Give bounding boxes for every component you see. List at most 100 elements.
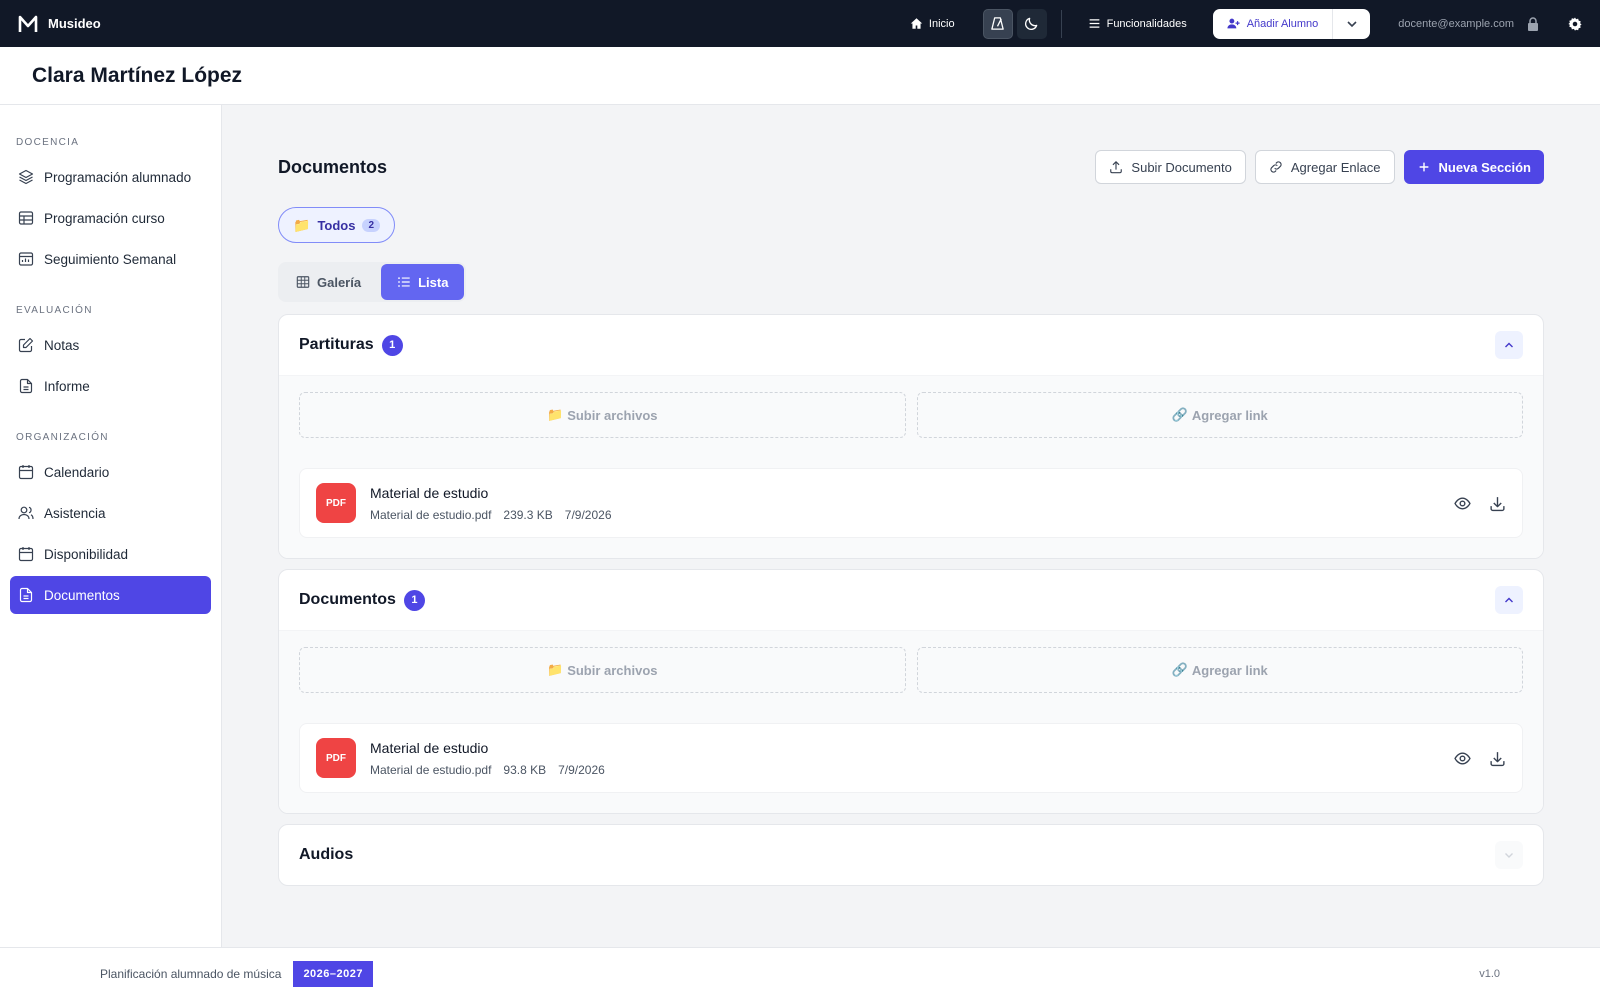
sidebar-item-label: Disponibilidad — [44, 546, 129, 562]
file-size: 239.3 KB — [503, 507, 553, 522]
section-header[interactable]: Audios — [279, 825, 1543, 885]
collapse-button[interactable] — [1495, 586, 1523, 614]
chevron-up-icon — [1505, 342, 1513, 348]
upload-document-button[interactable]: Subir Documento — [1095, 150, 1246, 184]
new-section-label: Nueva Sección — [1438, 159, 1532, 175]
add-link-label: Agregar link — [1191, 662, 1268, 678]
sidebar-item-label: Seguimiento Semanal — [44, 251, 177, 267]
sidebar-item-informe[interactable]: Informe — [10, 367, 211, 405]
link-icon — [1270, 161, 1282, 173]
plus-icon — [1419, 162, 1428, 172]
filter-label: Todos — [317, 217, 356, 233]
collapse-button[interactable] — [1495, 331, 1523, 359]
sidebar-item-calendario[interactable]: Calendario — [10, 453, 211, 491]
page-header: Clara Martínez López — [0, 47, 1600, 105]
musideo-logo-icon — [18, 15, 38, 32]
home-link-label: Inicio — [928, 17, 955, 30]
dark-mode-toggle[interactable] — [1016, 8, 1047, 39]
edit-icon — [18, 337, 34, 353]
filter-count-badge: 2 — [362, 218, 381, 232]
filter-todos[interactable]: 📁 Todos 2 — [278, 207, 396, 243]
upload-files-dropzone[interactable]: 📁 Subir archivos — [299, 647, 906, 693]
user-email: docente@example.com — [1398, 17, 1514, 30]
layers-icon — [18, 169, 34, 185]
new-section-button[interactable]: Nueva Sección — [1403, 150, 1544, 184]
add-student-dropdown[interactable] — [1332, 8, 1370, 39]
add-link-dropzone[interactable]: 🔗 Agregar link — [916, 647, 1523, 693]
sidebar-item-asistencia[interactable]: Asistencia — [10, 494, 211, 532]
file-filename: Material de estudio.pdf — [370, 507, 492, 522]
sidebar-item-label: Programación alumnado — [44, 169, 192, 185]
tab-list[interactable]: Lista — [381, 264, 465, 300]
calendar-icon — [18, 465, 34, 480]
documents-title: Documentos — [278, 156, 388, 177]
section-header[interactable]: Partituras 1 — [279, 315, 1543, 375]
sidebar-item-programacion-curso[interactable]: Programación curso — [10, 199, 211, 237]
section-header[interactable]: Documentos 1 — [279, 570, 1543, 630]
add-student-button[interactable]: Añadir Alumno — [1213, 9, 1333, 39]
gear-icon[interactable] — [1568, 16, 1582, 31]
tab-list-label: Lista — [418, 274, 449, 290]
upload-document-label: Subir Documento — [1131, 159, 1232, 175]
file-size: 93.8 KB — [503, 762, 547, 777]
chevron-down-icon — [1347, 20, 1357, 27]
download-icon[interactable] — [1489, 495, 1506, 512]
expand-button[interactable] — [1495, 841, 1523, 869]
table-icon — [18, 211, 34, 225]
section-title: Partituras — [299, 336, 374, 353]
section-partituras: Partituras 1 📁 Subir archivos 🔗 Agregar … — [278, 314, 1544, 559]
file-row[interactable]: PDF Material de estudio Material de estu… — [299, 468, 1523, 538]
file-text-icon — [19, 587, 33, 603]
top-navbar: Musideo Inicio Funcionalidades Añadir Al… — [0, 0, 1600, 47]
sidebar-item-seguimiento-semanal[interactable]: Seguimiento Semanal — [10, 240, 211, 278]
link-icon: 🔗 — [1171, 662, 1188, 677]
file-row[interactable]: PDF Material de estudio Material de estu… — [299, 723, 1523, 793]
sidebar-section-title: EVALUACIÓN — [16, 305, 93, 316]
moon-icon — [1025, 17, 1038, 30]
file-date: 7/9/2026 — [564, 507, 612, 522]
add-student-group: Añadir Alumno — [1212, 8, 1371, 39]
add-link-button[interactable]: Agregar Enlace — [1254, 150, 1395, 184]
file-name: Material de estudio — [370, 484, 489, 501]
sidebar-item-label: Documentos — [44, 587, 120, 603]
sidebar-item-programacion-alumnado[interactable]: Programación alumnado — [10, 158, 211, 196]
calendar-icon — [18, 547, 34, 562]
sidebar-item-notas[interactable]: Notas — [10, 326, 211, 364]
chevron-up-icon — [1505, 597, 1513, 603]
list-icon — [398, 277, 410, 287]
home-link[interactable]: Inicio — [898, 17, 967, 30]
view-toggle: Galería Lista — [278, 262, 467, 302]
file-filename: Material de estudio.pdf — [370, 762, 492, 777]
add-link-label: Agregar Enlace — [1290, 159, 1381, 175]
menu-icon — [1089, 19, 1099, 28]
tab-gallery[interactable]: Galería — [280, 264, 377, 300]
brand-name: Musideo — [48, 16, 101, 31]
sidebar-item-label: Informe — [44, 378, 90, 394]
download-icon[interactable] — [1489, 750, 1506, 767]
grid-icon — [296, 276, 310, 288]
academic-year-badge: 2026–2027 — [293, 961, 373, 987]
sidebar: DOCENCIA Programación alumnado Programac… — [0, 105, 222, 947]
calendar-chart-icon — [18, 252, 34, 266]
main-content: Documentos Subir Documento Agregar Enlac… — [278, 150, 1544, 886]
footer: Planificación alumnado de música 2026–20… — [0, 947, 1600, 1000]
sidebar-item-documentos[interactable]: Documentos — [10, 576, 211, 614]
pdf-file-icon: PDF — [316, 483, 356, 523]
pdf-file-icon: PDF — [316, 738, 356, 778]
file-name: Material de estudio — [370, 739, 489, 756]
sidebar-item-disponibilidad[interactable]: Disponibilidad — [10, 535, 211, 573]
metronome-button[interactable] — [982, 8, 1013, 39]
eye-icon[interactable] — [1454, 495, 1471, 512]
section-count-badge: 1 — [381, 334, 403, 356]
upload-files-dropzone[interactable]: 📁 Subir archivos — [299, 392, 906, 438]
features-menu[interactable]: Funcionalidades — [1076, 17, 1199, 30]
add-link-dropzone[interactable]: 🔗 Agregar link — [916, 392, 1523, 438]
lock-icon[interactable] — [1526, 16, 1540, 31]
eye-icon[interactable] — [1454, 750, 1471, 767]
brand[interactable]: Musideo — [18, 15, 101, 33]
sidebar-section-title: DOCENCIA — [16, 137, 80, 148]
section-audios: Audios — [278, 824, 1544, 886]
file-date: 7/9/2026 — [558, 762, 605, 777]
folder-icon: 📁 — [547, 662, 564, 677]
add-student-label: Añadir Alumno — [1246, 17, 1319, 30]
